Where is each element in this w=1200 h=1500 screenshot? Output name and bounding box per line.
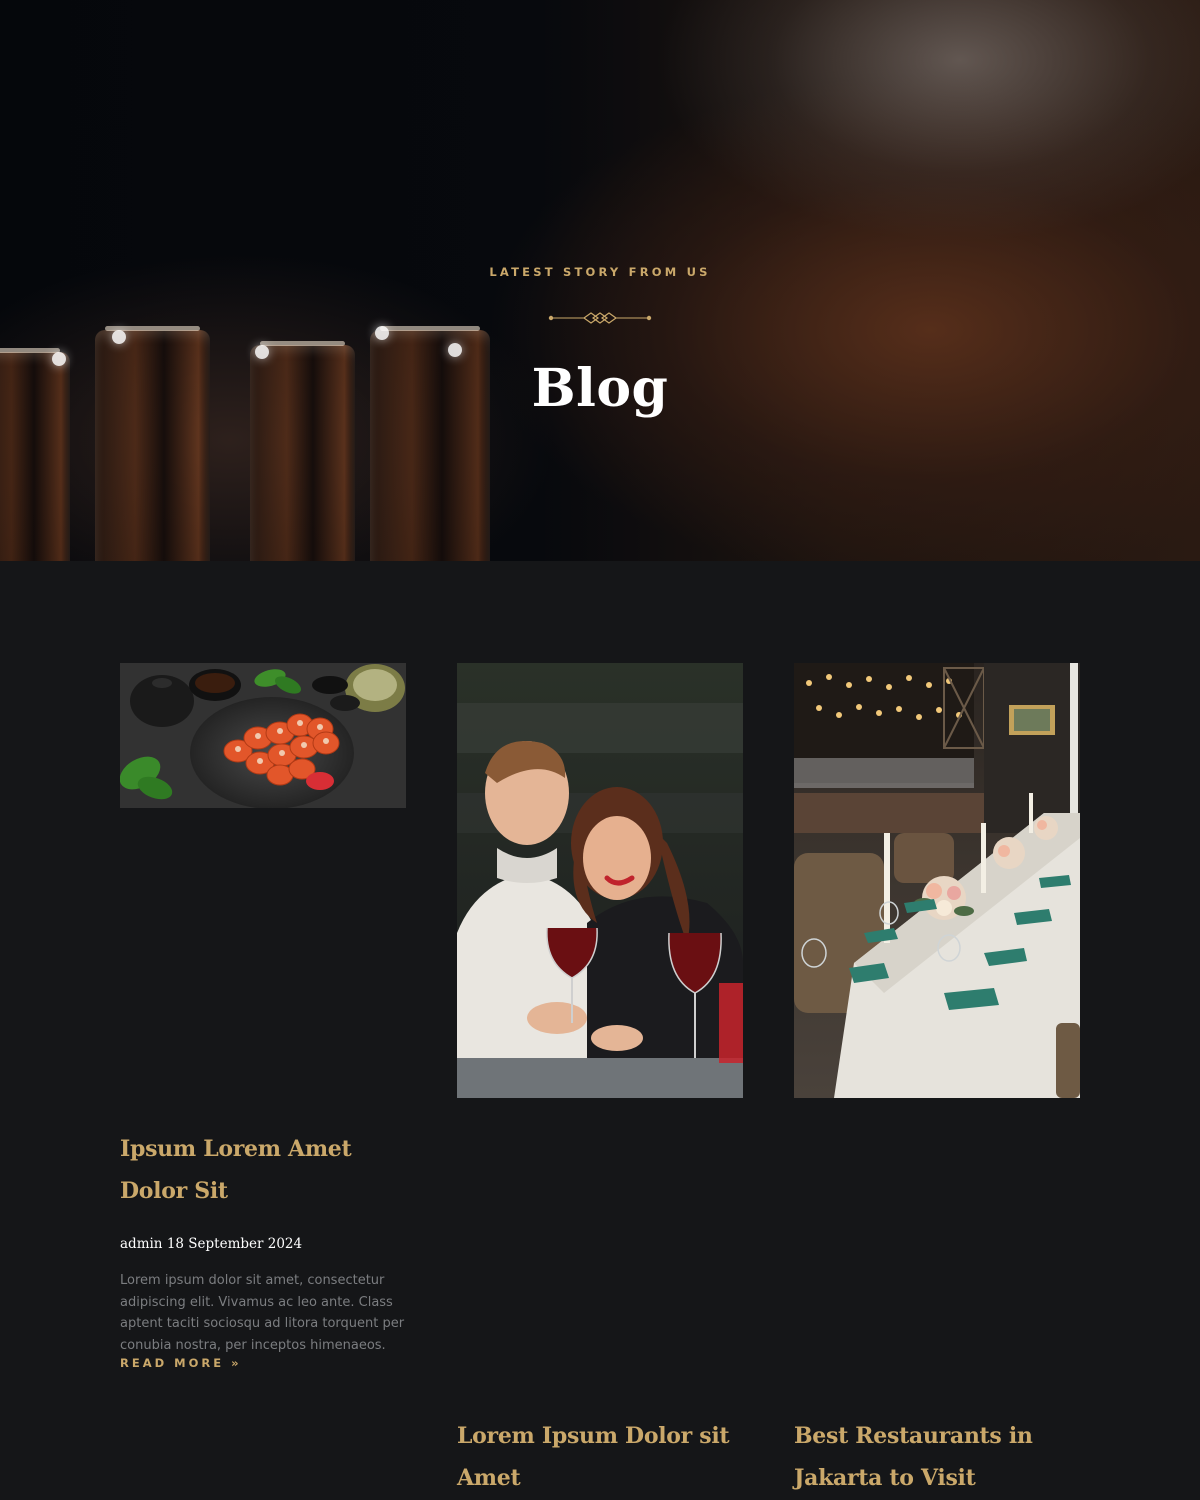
page-title: Blog <box>531 358 669 419</box>
hero-glint-decoration <box>112 330 126 344</box>
post-title[interactable]: Best Restaurants in Jakarta to Visit <box>794 1415 1080 1499</box>
read-more-link[interactable]: READ MORE » <box>120 1356 406 1370</box>
hero-glint-decoration <box>375 326 389 340</box>
post-date: 18 September 2024 <box>166 1236 303 1252</box>
post-meta: admin 18 September 2024 <box>120 1236 406 1252</box>
couple-dining-image[interactable] <box>457 663 743 1098</box>
hero-glint-decoration <box>255 345 269 359</box>
hero-eyebrow: LATEST STORY FROM US <box>489 265 711 279</box>
blog-post-card: Ipsum Lorem Amet Dolor Sit admin 18 Sept… <box>120 663 406 1370</box>
post-excerpt: Lorem ipsum dolor sit amet, consectetur … <box>120 1273 405 1353</box>
sushi-platter-image[interactable] <box>120 663 406 808</box>
post-title[interactable]: Ipsum Lorem Amet Dolor Sit <box>120 1128 406 1212</box>
hero-banner: LATEST STORY FROM US Blog <box>0 0 1200 561</box>
post-title[interactable]: Lorem Ipsum Dolor sit Amet <box>457 1415 743 1499</box>
blog-post-card: Best Restaurants in Jakarta to Visit <box>794 663 1080 1499</box>
couple-dining-illustration <box>457 663 743 1098</box>
hero-glint-decoration <box>448 343 462 357</box>
restaurant-table-illustration <box>794 663 1080 1098</box>
blog-post-card: Lorem Ipsum Dolor sit Amet <box>457 663 743 1499</box>
post-author[interactable]: admin <box>120 1236 163 1252</box>
sushi-platter-illustration <box>120 663 406 808</box>
ornament-divider-icon <box>548 312 652 324</box>
restaurant-table-image[interactable] <box>794 663 1080 1098</box>
